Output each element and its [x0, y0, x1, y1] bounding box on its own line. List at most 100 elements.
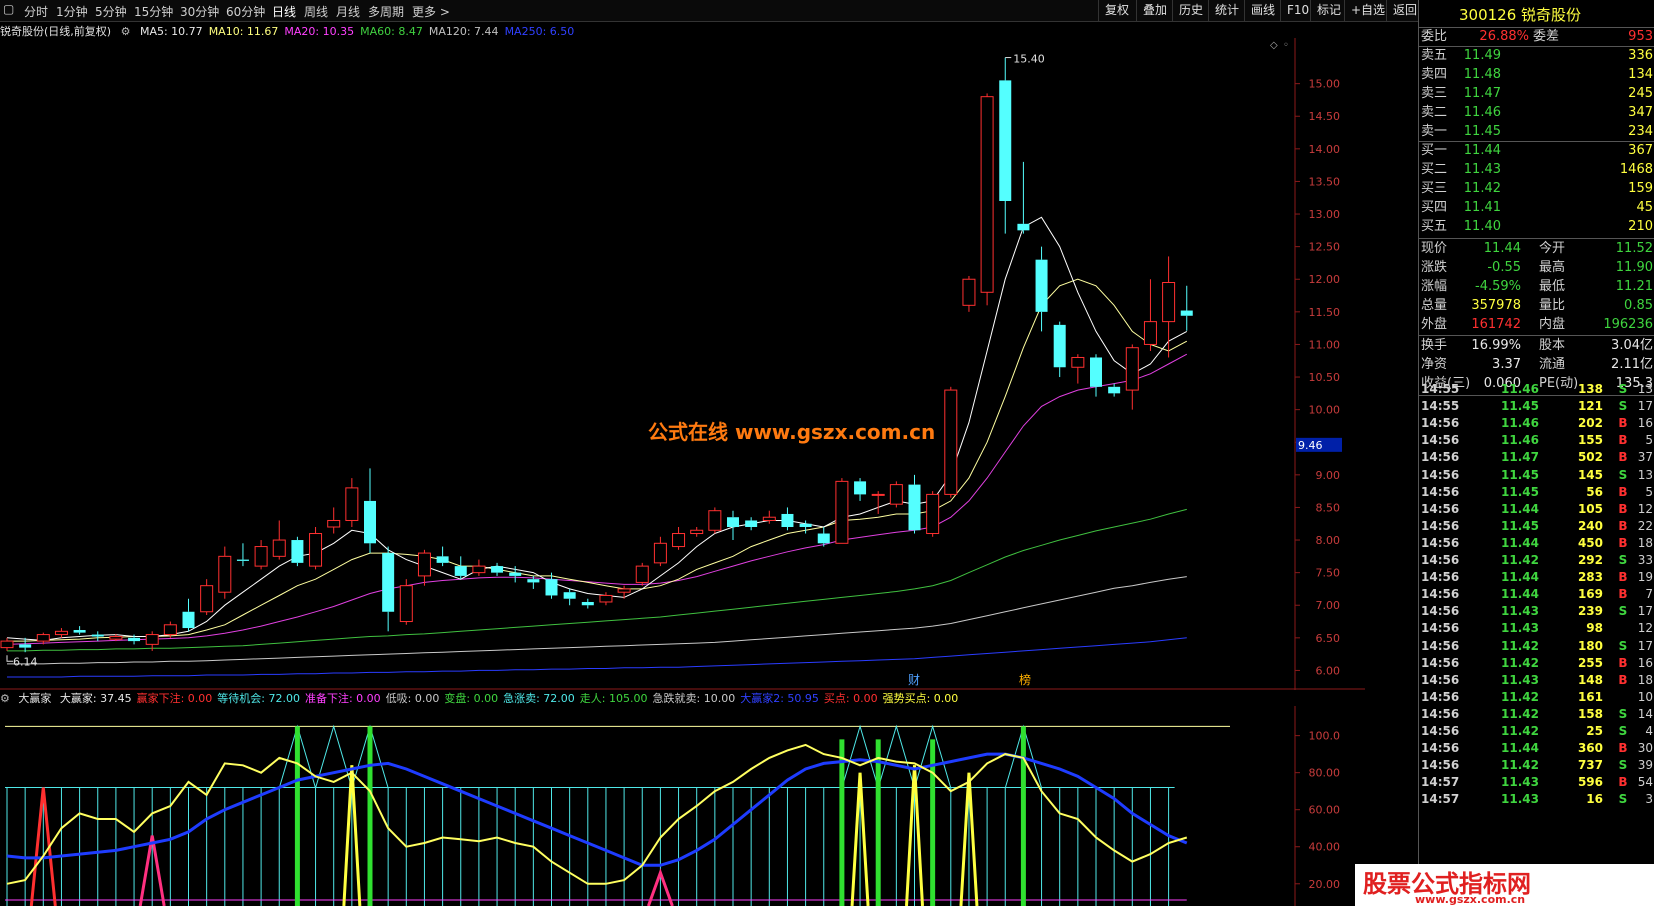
- quote-label: 今开: [1539, 241, 1566, 256]
- toolbar-button[interactable]: +自选: [1344, 0, 1386, 22]
- tick-row: 14:56 11.43 239 S 17: [1419, 603, 1654, 620]
- candle-body: [727, 517, 739, 527]
- settings-icon[interactable]: ⚙: [121, 25, 131, 38]
- toolbar-button[interactable]: 标记: [1310, 0, 1344, 22]
- candle: [254, 540, 268, 570]
- axis-label: 6.00: [1316, 664, 1341, 677]
- tick-volume: 169: [1577, 587, 1603, 602]
- bid-row: 买二 11.43 1468: [1419, 161, 1654, 179]
- candle-body: [835, 480, 849, 544]
- tick-direction: B: [1618, 501, 1628, 516]
- ma-legend-item: MA10: 11.67: [208, 25, 279, 38]
- candle-body: [944, 389, 958, 495]
- tick-row: 14:57 11.43 16 S 3: [1419, 791, 1654, 808]
- indicator-legend-item: 准备下注: 0.00: [304, 692, 381, 705]
- event-marker: 财: [908, 673, 920, 687]
- candlestick-chart[interactable]: 15.00 14.50 14.00 13.50 13.00 12.50 12.00 11.50…: [0, 38, 1365, 690]
- candle: [835, 478, 849, 544]
- candle: [926, 491, 940, 537]
- toolbar-button[interactable]: F10: [1280, 0, 1310, 22]
- tick-price: 11.42: [1501, 758, 1539, 773]
- candle-body: [254, 546, 268, 567]
- candle: [581, 598, 594, 609]
- fundamental-row: 净资 3.37 流通 2.11亿: [1419, 356, 1654, 374]
- tick-time: 14:56: [1421, 518, 1460, 533]
- toolbar-button[interactable]: 复权: [1098, 0, 1136, 22]
- candle: [0, 637, 14, 651]
- candle-body: [781, 513, 794, 527]
- candle-body: [1090, 357, 1102, 387]
- candle: [1053, 321, 1066, 378]
- tick-direction: B: [1618, 655, 1628, 670]
- toolbar-button[interactable]: 画线: [1244, 0, 1280, 22]
- candle: [327, 507, 341, 534]
- candle: [745, 517, 758, 531]
- fundamental-value: 3.37: [1492, 357, 1521, 372]
- cyan-spike: [877, 724, 915, 788]
- period-tab[interactable]: 多周期: [368, 3, 404, 20]
- period-tab[interactable]: 30分钟: [180, 3, 219, 20]
- separator: [1419, 335, 1654, 336]
- period-tab[interactable]: 日线: [272, 3, 296, 20]
- indicator-chart[interactable]: 100.0 80.00 60.00 40.00 20.00: [0, 706, 1365, 906]
- candle-body: [999, 80, 1012, 201]
- tick-volume: 56: [1586, 484, 1603, 499]
- quote-value: -4.59%: [1475, 279, 1521, 294]
- period-tab[interactable]: 1分钟: [56, 3, 88, 20]
- axis-label: 20.00: [1309, 878, 1341, 891]
- period-tab[interactable]: 月线: [336, 3, 360, 20]
- candle-body: [417, 552, 431, 577]
- quote-value: 11.21: [1615, 279, 1653, 294]
- candle: [454, 556, 467, 580]
- period-tab[interactable]: 60分钟: [226, 3, 265, 20]
- ask-price: 11.49: [1463, 48, 1501, 63]
- candle: [1143, 279, 1157, 351]
- candle-body: [309, 533, 323, 567]
- tick-count: 19: [1637, 570, 1653, 585]
- bid-row: 买三 11.42 159: [1419, 180, 1654, 198]
- low-label: 6.14: [13, 655, 38, 668]
- period-tab[interactable]: 分时: [24, 3, 48, 20]
- toolbar-button[interactable]: 历史: [1172, 0, 1208, 22]
- tick-count: 12: [1637, 501, 1653, 516]
- ma-legend: 锐奇股份(日线,前复权) ⚙ MA5: 10.77 MA10: 11.67 MA20…: [0, 23, 1350, 39]
- toolbar-button[interactable]: 统计: [1208, 0, 1244, 22]
- indicator-settings-icon[interactable]: ⚙: [0, 692, 10, 705]
- corner-watermark: 股票公式指标网 www.gszx.com.cn: [1355, 864, 1654, 906]
- indicator-name[interactable]: 大赢家: [18, 692, 51, 705]
- candle-body: [1108, 386, 1121, 394]
- candle: [91, 631, 104, 642]
- tick-count: 14: [1637, 706, 1653, 721]
- tick-volume: 145: [1577, 467, 1603, 482]
- ask-row: 卖四 11.48 134: [1419, 66, 1654, 84]
- bid-volume: 1468: [1619, 162, 1653, 177]
- tick-count: 17: [1637, 604, 1653, 619]
- tick-direction: S: [1618, 399, 1628, 414]
- quote-row: 现价 11.44 今开 11.52: [1419, 240, 1654, 258]
- tick-price: 11.43: [1501, 621, 1539, 636]
- fundamental-value: 16.99%: [1471, 338, 1521, 353]
- quote-value: -0.55: [1487, 260, 1521, 275]
- indicator-legend-item: 急涨卖: 72.00: [503, 692, 575, 705]
- candle: [182, 598, 195, 632]
- toolbar-button[interactable]: 叠加: [1136, 0, 1172, 22]
- tick-count: 54: [1637, 775, 1653, 790]
- winner-line: [6, 743, 1188, 885]
- candle-body: [708, 510, 722, 531]
- candle: [871, 491, 885, 514]
- candle: [1108, 383, 1121, 397]
- indicator-legend-item: 买点: 0.00: [823, 692, 878, 705]
- period-tab[interactable]: 5分钟: [95, 3, 127, 20]
- tick-volume: 283: [1577, 570, 1603, 585]
- candle-body: [635, 565, 649, 583]
- tick-direction: S: [1618, 706, 1628, 721]
- bid-volume: 45: [1636, 200, 1653, 215]
- period-tab[interactable]: 更多 >: [412, 3, 450, 20]
- toolbar-button[interactable]: 返回: [1386, 0, 1418, 22]
- quote-label: 量比: [1539, 298, 1566, 313]
- tick-row: 14:56 11.42 255 B 16: [1419, 655, 1654, 672]
- plus-icon: ◦: [1283, 40, 1289, 51]
- period-tab[interactable]: 周线: [304, 3, 328, 20]
- window-icon[interactable]: ▢: [3, 2, 14, 16]
- period-tab[interactable]: 15分钟: [134, 3, 173, 20]
